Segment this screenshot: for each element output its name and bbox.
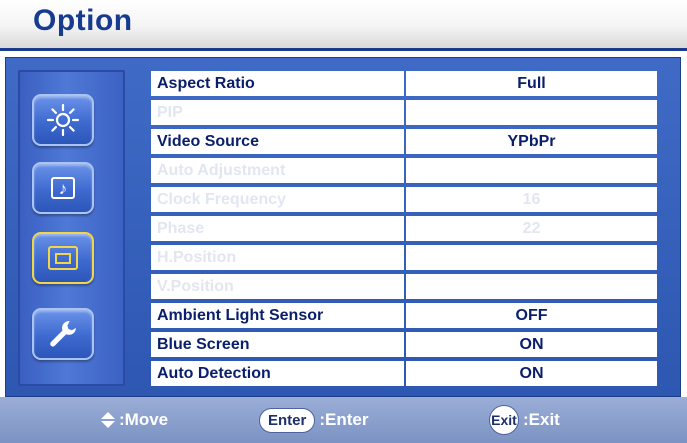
- menu-row-value: Full: [406, 71, 657, 96]
- sidebar-item-brightness[interactable]: [32, 94, 94, 146]
- menu-row-blue-screen[interactable]: Blue Screen ON: [151, 332, 657, 357]
- enter-hint-label: :Enter: [319, 410, 369, 429]
- menu-row-phase: Phase 22: [151, 216, 657, 241]
- menu-row-value: 22: [406, 216, 657, 241]
- menu-row-auto-adjustment: Auto Adjustment: [151, 158, 657, 183]
- menu-row-clock-frequency: Clock Frequency 16: [151, 187, 657, 212]
- footer-exit-hint: Exit :Exit: [489, 397, 560, 443]
- menu-row-aspect-ratio[interactable]: Aspect Ratio Full: [151, 71, 657, 96]
- menu-row-v-position: V.Position: [151, 274, 657, 299]
- menu-row-label: H.Position: [151, 245, 404, 270]
- menu-row-label: Auto Adjustment: [151, 158, 404, 183]
- sidebar-item-settings[interactable]: [32, 308, 94, 360]
- page-title: Option: [33, 4, 133, 37]
- menu-row-value: OFF: [406, 303, 657, 328]
- sun-icon: [34, 96, 92, 144]
- menu-row-label: Ambient Light Sensor: [151, 303, 404, 328]
- menu-row-label: PIP: [151, 100, 404, 125]
- menu-row-label: Phase: [151, 216, 404, 241]
- menu-row-label: Blue Screen: [151, 332, 404, 357]
- menu-row-pip: PIP: [151, 100, 657, 125]
- music-note-icon: ♪: [34, 164, 92, 212]
- sidebar-item-option[interactable]: [32, 232, 94, 284]
- menu-row-value: YPbPr: [406, 129, 657, 154]
- menu-row-label: V.Position: [151, 274, 404, 299]
- menu-row-value: [406, 100, 657, 125]
- exit-hint-label: :Exit: [523, 410, 560, 429]
- menu-row-value: 16: [406, 187, 657, 212]
- menu-row-value: [406, 245, 657, 270]
- menu-row-value: ON: [406, 361, 657, 386]
- menu-row-label: Aspect Ratio: [151, 71, 404, 96]
- header-bar: Option: [0, 0, 687, 48]
- sidebar: ♪: [18, 70, 125, 386]
- footer-bar: :Move Enter :Enter Exit :Exit: [0, 397, 687, 443]
- enter-key-icon: Enter: [259, 407, 316, 433]
- menu-row-label: Auto Detection: [151, 361, 404, 386]
- menu-row-value: [406, 274, 657, 299]
- screen-icon: [34, 234, 92, 282]
- menu-row-video-source[interactable]: Video Source YPbPr: [151, 129, 657, 154]
- exit-key-icon: Exit: [489, 405, 519, 435]
- menu-row-h-position: H.Position: [151, 245, 657, 270]
- menu-row-auto-detection[interactable]: Auto Detection ON: [151, 361, 657, 386]
- up-down-arrows-icon: [101, 412, 115, 428]
- menu-row-label: Video Source: [151, 129, 404, 154]
- footer-enter-hint: Enter :Enter: [259, 397, 368, 443]
- move-hint-label: :Move: [119, 410, 169, 429]
- menu-row-ambient-light-sensor[interactable]: Ambient Light Sensor OFF: [151, 303, 657, 328]
- menu-row-value: [406, 158, 657, 183]
- menu-row-value: ON: [406, 332, 657, 357]
- header-divider: [0, 48, 687, 51]
- wrench-icon: [34, 310, 92, 358]
- menu-row-label: Clock Frequency: [151, 187, 404, 212]
- sidebar-item-audio[interactable]: ♪: [32, 162, 94, 214]
- footer-move-hint: :Move: [101, 397, 168, 443]
